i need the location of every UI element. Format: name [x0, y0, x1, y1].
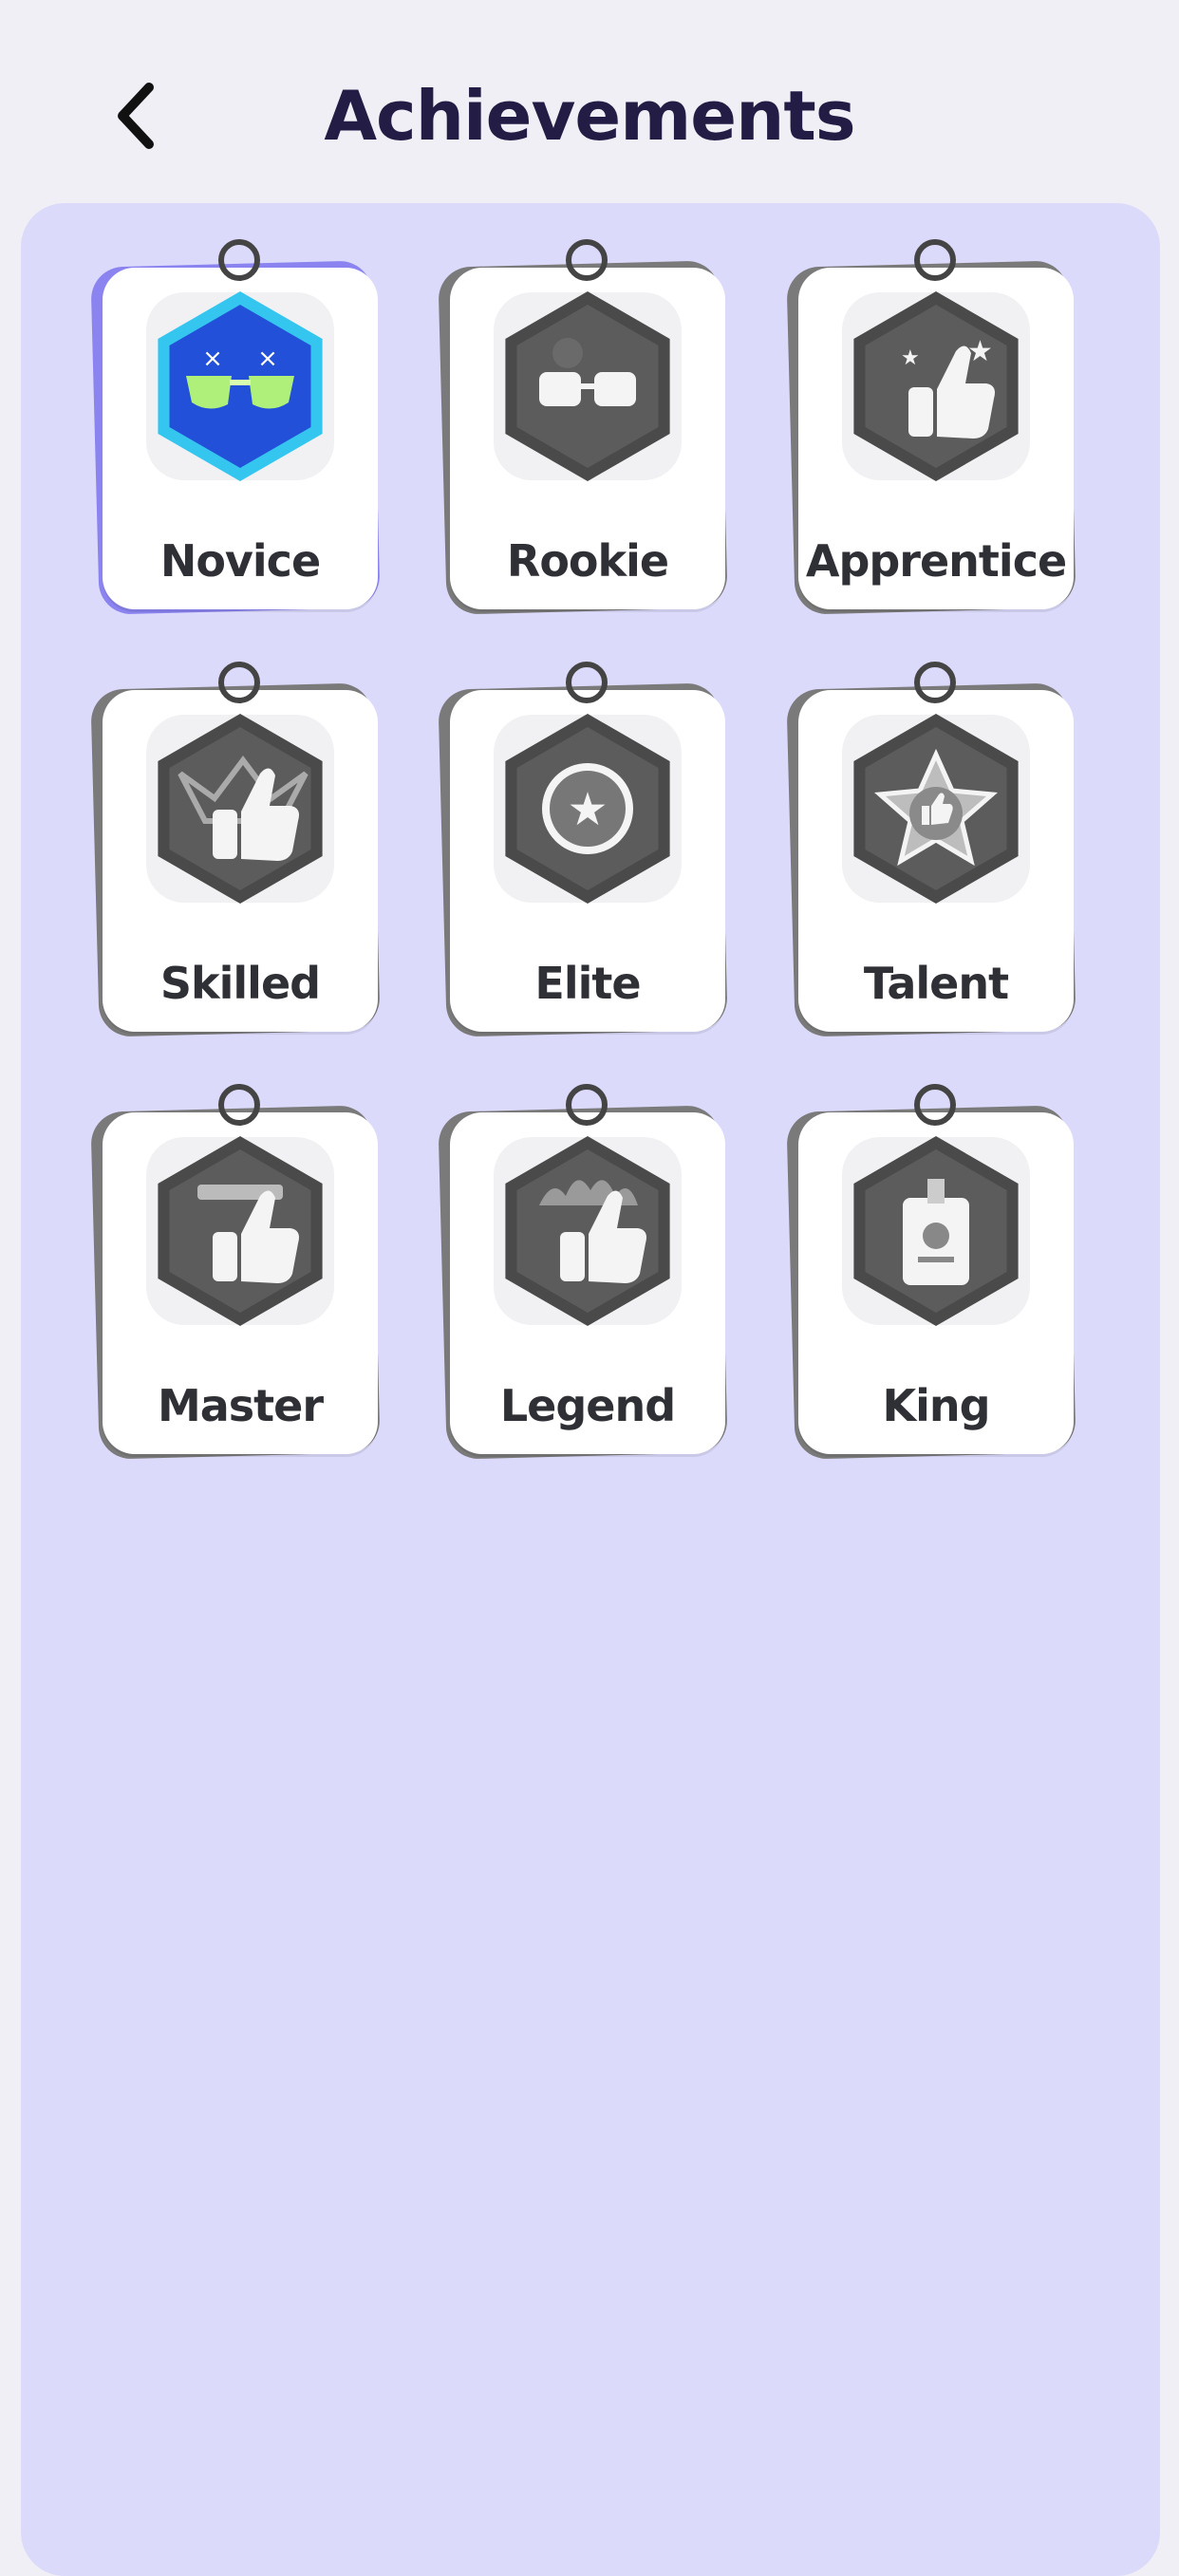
svg-text:★: ★ [567, 783, 608, 836]
achievement-label: Talent [863, 958, 1009, 1009]
thumbs-up-crown-icon [146, 714, 334, 904]
achievement-card-talent[interactable]: Talent [786, 662, 1076, 1037]
sunglasses-face-icon: × × [146, 291, 334, 481]
hanging-ring-icon [566, 662, 608, 703]
achievement-card-master[interactable]: Master [90, 1084, 381, 1460]
thumbs-up-stars-icon: ★ ★ [842, 291, 1030, 481]
svg-text:★: ★ [967, 335, 993, 368]
thumbs-up-star-badge-icon [842, 714, 1030, 904]
achievement-card-king[interactable]: King [786, 1084, 1076, 1460]
achievement-card-novice[interactable]: × × Novice [90, 239, 381, 615]
star-medal-icon: ★ [494, 714, 682, 904]
achievement-label: King [882, 1380, 990, 1431]
hanging-ring-icon [218, 239, 260, 281]
achievement-label: Master [157, 1380, 324, 1431]
thumbs-up-trophy-icon [146, 1136, 334, 1326]
page-title: Achievements [324, 76, 855, 156]
achievement-label: Apprentice [805, 535, 1067, 587]
hanging-ring-icon [218, 1084, 260, 1126]
hanging-ring-icon [566, 1084, 608, 1126]
svg-text:×: × [202, 345, 223, 373]
achievement-card-legend[interactable]: Legend [438, 1084, 728, 1460]
hanging-ring-icon [914, 239, 956, 281]
achievement-label: Skilled [159, 958, 321, 1009]
achievement-label: Elite [534, 958, 641, 1009]
header-bar: Achievements [0, 0, 1179, 199]
achievement-label: Legend [499, 1380, 676, 1431]
achievement-card-rookie[interactable]: Rookie [438, 239, 728, 615]
achievement-label: Novice [159, 535, 321, 587]
achievement-card-apprentice[interactable]: ★ ★ Apprentice [786, 239, 1076, 615]
glasses-icon [494, 291, 682, 481]
achievement-label: Rookie [506, 535, 669, 587]
thumbs-up-flame-icon [494, 1136, 682, 1326]
achievement-card-elite[interactable]: ★ Elite [438, 662, 728, 1037]
achievement-card-skilled[interactable]: Skilled [90, 662, 381, 1037]
svg-text:★: ★ [901, 346, 920, 370]
hanging-ring-icon [218, 662, 260, 703]
hanging-ring-icon [914, 662, 956, 703]
hanging-ring-icon [914, 1084, 956, 1126]
id-badge-icon [842, 1136, 1030, 1326]
svg-text:×: × [257, 345, 278, 373]
hanging-ring-icon [566, 239, 608, 281]
